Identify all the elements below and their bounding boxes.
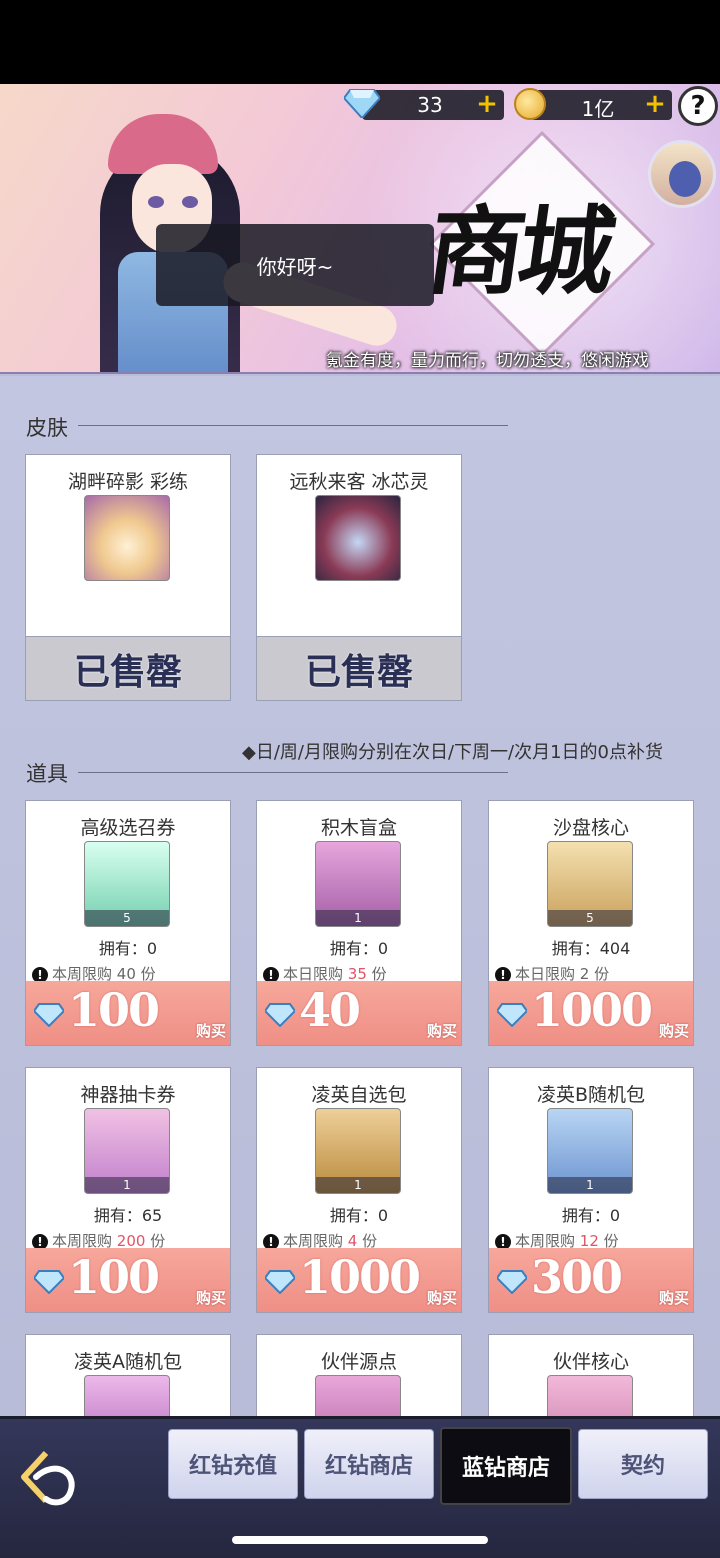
character-eye	[182, 196, 198, 208]
owned-count: 拥有：0	[561, 1206, 621, 1225]
buy-label: 购买	[195, 1289, 226, 1307]
shop-item-card[interactable]: 沙盘核心 5 拥有：404 ! 本日限购 2 份 1000 购买	[488, 800, 694, 1046]
artifact-card-icon: 1	[84, 1108, 170, 1194]
buy-button[interactable]: 40 购买	[257, 981, 461, 1045]
tab-contract[interactable]: 契约	[578, 1429, 708, 1499]
blind-box-icon: 1	[315, 841, 401, 927]
shopkeeper-speech-bubble: 你好呀~	[156, 224, 434, 306]
price-amount: 40	[299, 983, 361, 1037]
status-bar	[0, 0, 720, 84]
owned-count: 拥有：65	[93, 1206, 163, 1225]
buy-label: 购买	[426, 1289, 457, 1307]
price-amount: 100	[68, 983, 160, 1037]
character-eye	[148, 196, 164, 208]
shop-item-card[interactable]: 高级选召券 5 拥有：0 ! 本周限购 40 份 100 购买	[25, 800, 231, 1046]
shop-item-card[interactable]: 凌英A随机包	[25, 1334, 231, 1461]
buy-label: 购买	[658, 1022, 689, 1040]
buy-label: 购买	[426, 1022, 457, 1040]
price-amount: 1000	[531, 983, 653, 1037]
item-name: 沙盘核心	[552, 817, 629, 839]
item-qty: 5	[548, 910, 632, 926]
summon-ticket-icon: 5	[84, 841, 170, 927]
gold-coin-icon	[514, 88, 546, 120]
price-amount: 300	[531, 1250, 623, 1304]
shopkeeper-avatar[interactable]	[648, 140, 716, 208]
shop-item-card[interactable]: 凌英自选包 1 拥有：0 ! 本周限购 4 份 1000 购买	[256, 1067, 462, 1313]
item-qty: 1	[316, 1177, 400, 1193]
restock-notice: ◆日/周/月限购分别在次日/下周一/次月1日的0点补货	[242, 742, 664, 763]
owned-count: 拥有：0	[329, 1206, 389, 1225]
item-name: 高级选召券	[80, 817, 176, 839]
tab-blue-diamond-shop[interactable]: 蓝钻商店	[440, 1427, 572, 1505]
sold-out-label: 已售罄	[26, 636, 230, 700]
skin-card[interactable]: 湖畔碎影 彩练 已售罄	[25, 454, 231, 701]
gold-value: 1亿	[581, 97, 615, 121]
blue-diamond-icon	[344, 89, 380, 118]
selection-pack-icon: 1	[315, 1108, 401, 1194]
price-amount: 100	[68, 1250, 160, 1304]
add-gold-button[interactable]: +	[644, 91, 666, 117]
help-button[interactable]: ?	[678, 86, 718, 126]
blue-diamond-icon	[497, 1003, 527, 1027]
tab-red-diamond-recharge[interactable]: 红钻充值	[168, 1429, 298, 1499]
skin-name: 湖畔碎影 彩练	[67, 471, 189, 493]
section-divider	[78, 772, 508, 773]
buy-button[interactable]: 1000 购买	[257, 1248, 461, 1312]
item-name: 伙伴源点	[320, 1351, 397, 1373]
skin-card[interactable]: 远秋来客 冰芯灵 已售罄	[256, 454, 462, 701]
spending-notice: 氪金有度，量力而行，切勿透支，悠闲游戏	[326, 351, 649, 371]
item-qty: 1	[85, 1177, 169, 1193]
blue-diamond-value: 33	[417, 93, 443, 117]
section-divider	[78, 425, 508, 426]
skin-portrait	[315, 495, 401, 581]
item-qty: 1	[316, 910, 400, 926]
blue-diamond-icon	[34, 1003, 64, 1027]
buy-label: 购买	[658, 1289, 689, 1307]
blue-diamond-icon	[265, 1003, 295, 1027]
items-section-title: 道具	[26, 762, 68, 786]
shop-item-card[interactable]: 伙伴源点	[256, 1334, 462, 1461]
price-amount: 1000	[299, 1250, 421, 1304]
sandbox-core-icon: 5	[547, 841, 633, 927]
blue-diamond-counter: 33 +	[362, 90, 504, 120]
shop-item-card[interactable]: 凌英B随机包 1 拥有：0 ! 本周限购 12 份 300 购买	[488, 1067, 694, 1313]
shop-item-card[interactable]: 积木盲盒 1 拥有：0 ! 本日限购 35 份 40 购买	[256, 800, 462, 1046]
home-indicator[interactable]	[232, 1536, 488, 1544]
buy-button[interactable]: 300 购买	[489, 1248, 693, 1312]
owned-count: 拥有：404	[551, 939, 631, 958]
owned-count: 拥有：0	[329, 939, 389, 958]
random-pack-b-icon: 1	[547, 1108, 633, 1194]
gold-counter: 1亿 +	[530, 90, 672, 121]
buy-button[interactable]: 1000 购买	[489, 981, 693, 1045]
buy-button[interactable]: 100 购买	[26, 1248, 230, 1312]
shop-item-card[interactable]: 伙伴核心	[488, 1334, 694, 1461]
sold-out-label: 已售罄	[257, 636, 461, 700]
item-name: 凌英B随机包	[536, 1084, 646, 1106]
owned-count: 拥有：0	[98, 939, 158, 958]
back-arrow-icon[interactable]	[16, 1447, 80, 1511]
item-qty: 1	[548, 1177, 632, 1193]
item-name: 凌英A随机包	[74, 1351, 182, 1373]
buy-label: 购买	[195, 1022, 226, 1040]
item-name: 神器抽卡券	[80, 1084, 176, 1106]
shop-item-card[interactable]: 神器抽卡券 1 拥有：65 ! 本周限购 200 份 100 购买	[25, 1067, 231, 1313]
item-qty: 5	[85, 910, 169, 926]
blue-diamond-icon	[265, 1270, 295, 1294]
add-blue-diamond-button[interactable]: +	[476, 91, 498, 117]
page-title: 商城	[420, 195, 617, 308]
blue-diamond-icon	[34, 1270, 64, 1294]
skin-portrait	[84, 495, 170, 581]
item-name: 积木盲盒	[320, 817, 397, 839]
skins-section-title: 皮肤	[26, 416, 68, 440]
buy-button[interactable]: 100 购买	[26, 981, 230, 1045]
item-name: 凌英自选包	[311, 1084, 407, 1106]
item-name: 伙伴核心	[552, 1351, 629, 1373]
blue-diamond-icon	[497, 1270, 527, 1294]
skin-name: 远秋来客 冰芯灵	[289, 471, 429, 493]
tab-red-diamond-shop[interactable]: 红钻商店	[304, 1429, 434, 1499]
